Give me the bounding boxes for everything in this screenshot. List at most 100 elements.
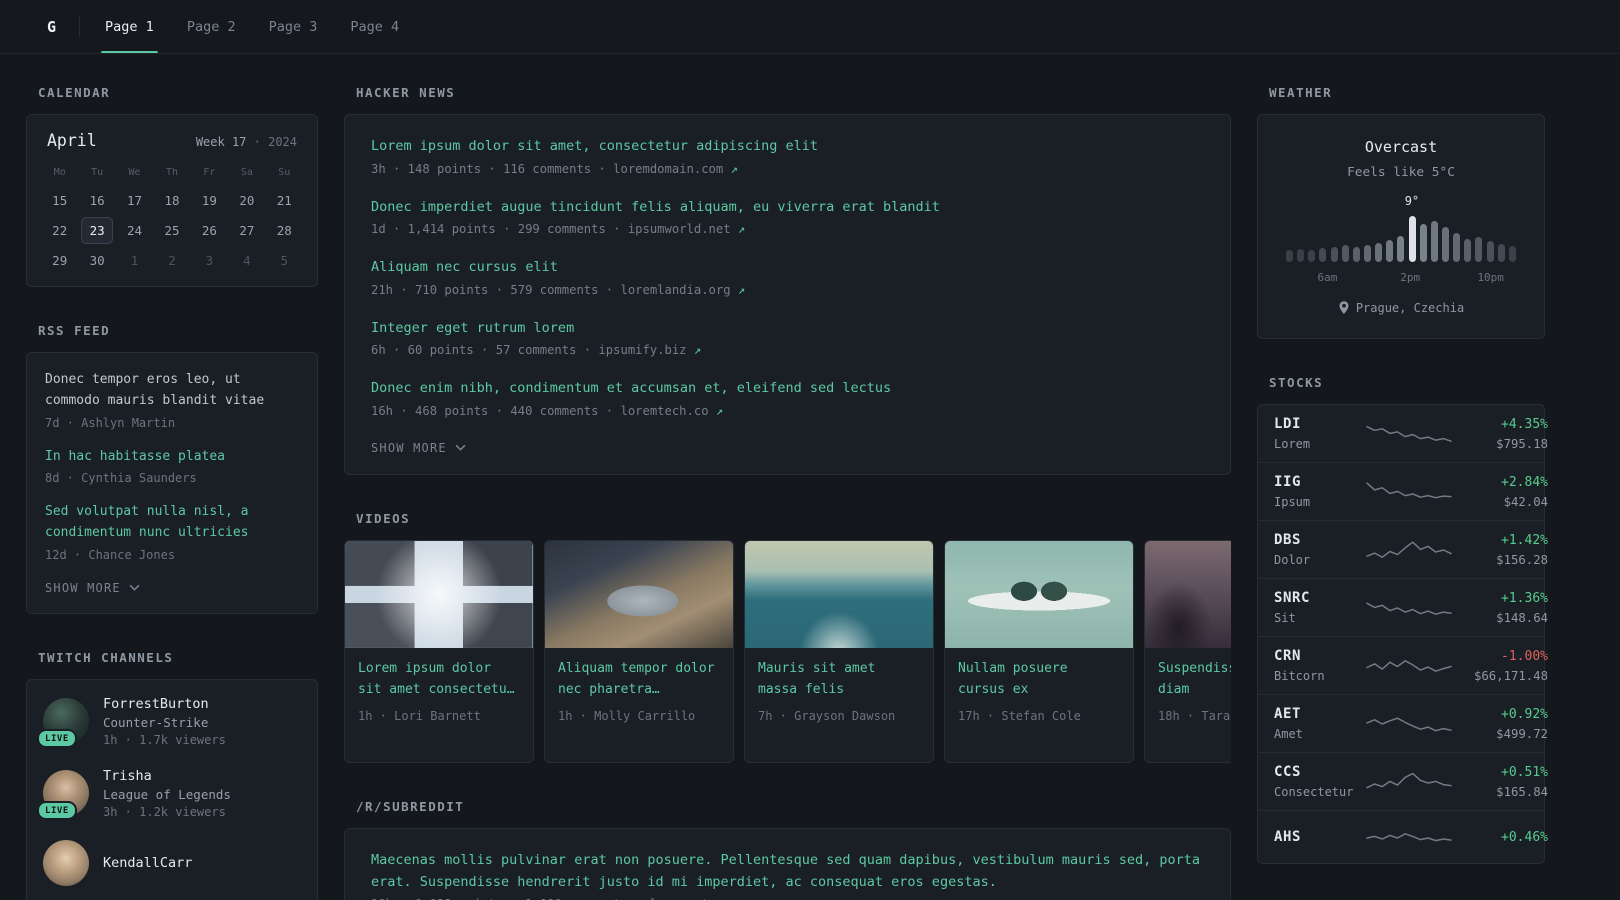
stock-row[interactable]: CRN Bitcorn -1.00% $66,171.48	[1258, 636, 1548, 694]
rss-show-more-button[interactable]: SHOW MORE	[45, 581, 140, 595]
weather-hour-bar	[1475, 237, 1483, 262]
weather-chart-wrap: 9°	[1286, 194, 1516, 262]
video-meta: 1h · Molly Carrillo	[558, 709, 696, 724]
twitch-channel[interactable]: LIVE Trisha League of Legends 3h · 1.2k …	[37, 767, 301, 821]
stock-name: Sit	[1274, 611, 1296, 625]
section-title-twitch: TWITCH CHANNELS	[38, 649, 174, 665]
rss-item-title[interactable]: Donec tempor eros leo, ut commodo mauris…	[45, 370, 299, 412]
calendar-month-label: April	[47, 131, 97, 150]
twitch-channel[interactable]: LIVE ForrestBurton Counter-Strike 1h · 1…	[37, 696, 301, 749]
rss-item-title[interactable]: In hac habitasse platea	[45, 447, 299, 468]
location-pin-icon	[1339, 301, 1349, 314]
channel-viewers: 1h · 1.7k viewers	[103, 732, 226, 747]
tab-page-4[interactable]: Page 4	[348, 0, 401, 53]
hn-item-domain-link[interactable]: loremtech.co ↗	[620, 404, 723, 418]
stock-row[interactable]: LDI Lorem +4.35% $795.18	[1258, 405, 1548, 462]
video-card[interactable]: Suspendisse posuere diam 18h · Tara Benn…	[1144, 539, 1231, 763]
hn-item: Lorem ipsum dolor sit amet, consectetur …	[371, 136, 1204, 176]
channel-avatar: LIVE	[37, 770, 89, 821]
calendar-day: 18	[164, 193, 180, 208]
live-badge: LIVE	[37, 729, 77, 749]
video-meta: 1h · Lori Barnett	[358, 709, 481, 724]
stock-change: -1.00%	[1501, 648, 1548, 664]
video-thumbnail	[1145, 540, 1231, 648]
stock-row[interactable]: DBS Dolor +1.42% $156.28	[1258, 520, 1548, 578]
video-card[interactable]: Lorem ipsum dolor sit amet consectetu… 1…	[344, 539, 534, 763]
channel-name: Trisha	[103, 767, 152, 784]
tab-page-1[interactable]: Page 1	[101, 0, 158, 53]
stock-name: Bitcorn	[1274, 669, 1325, 683]
calendar-widget: April Week 17 · 2024 Mo Tu We Th Fr Sa Su 15 16 1…	[26, 114, 318, 287]
stock-sparkline	[1366, 535, 1452, 565]
app-logo[interactable]: G	[47, 18, 56, 36]
hn-show-more-button[interactable]: SHOW MORE	[371, 441, 466, 455]
stocks-section: STOCKS LDI Lorem +4.35% $795.18 IIG Ipsum +…	[1257, 375, 1548, 864]
stock-row[interactable]: IIG Ipsum +2.84% $42.04	[1258, 462, 1548, 520]
stock-row[interactable]: SNRC Sit +1.36% $148.64	[1258, 578, 1548, 636]
rss-widget: Donec tempor eros leo, ut commodo mauris…	[26, 352, 318, 614]
topbar: G Page 1 Page 2 Page 3 Page 4	[0, 0, 1620, 54]
weather-hour-bar	[1397, 236, 1405, 262]
calendar-separator: ·	[253, 135, 269, 149]
stock-row[interactable]: AHS +0.46%	[1258, 810, 1548, 863]
calendar-day: 16	[89, 193, 105, 208]
rss-item-meta: 7d · Ashlyn Martin	[45, 415, 176, 430]
video-card[interactable]: Nullam posuere cursus ex 17h · Stefan Co…	[944, 539, 1134, 763]
video-card[interactable]: Mauris sit amet massa felis 7h · Grayson…	[744, 539, 934, 763]
video-card[interactable]: Aliquam tempor dolor nec pharetra… 1h · …	[544, 539, 734, 763]
stock-change: +2.84%	[1501, 474, 1548, 490]
stock-symbol: AHS	[1274, 829, 1301, 845]
hn-item-title[interactable]: Donec enim nibh, condimentum et accumsan…	[371, 378, 1204, 400]
stock-change: +1.42%	[1501, 532, 1548, 548]
hn-item-title[interactable]: Lorem ipsum dolor sit amet, consectetur …	[371, 136, 1204, 158]
hn-item-title[interactable]: Integer eget rutrum lorem	[371, 318, 1204, 340]
section-title-rss: RSS FEED	[38, 323, 111, 338]
calendar-week-label: Week 17	[195, 135, 247, 149]
external-link-icon: ↗	[730, 161, 738, 176]
topbar-divider	[79, 16, 81, 37]
stock-row[interactable]: AET Amet +0.92% $499.72	[1258, 694, 1548, 752]
stock-sparkline	[1366, 767, 1452, 797]
stock-price: $499.72	[1496, 726, 1548, 741]
rss-item-meta: 12d · Chance Jones	[45, 547, 176, 562]
weather-location: Prague, Czechia	[1278, 301, 1524, 315]
weather-hour-bar	[1352, 247, 1360, 262]
stock-symbol: IIG	[1274, 474, 1301, 490]
stock-sparkline	[1366, 822, 1452, 852]
channel-info: KendallCarr	[103, 855, 192, 871]
page-tabs: Page 1 Page 2 Page 3 Page 4	[101, 0, 430, 53]
stock-name: Ipsum	[1274, 495, 1311, 509]
stock-price: $165.84	[1496, 784, 1548, 799]
video-meta: 7h · Grayson Dawson	[758, 709, 896, 724]
stock-row[interactable]: CCS Consectetur +0.51% $165.84	[1258, 752, 1548, 810]
video-thumbnail	[545, 540, 733, 648]
hn-item-domain-link[interactable]: ipsumify.biz ↗	[598, 343, 701, 357]
stock-change: +0.51%	[1501, 764, 1548, 780]
calendar-day: 21	[276, 193, 292, 208]
section-title-videos: VIDEOS	[356, 510, 411, 526]
calendar-day: 26	[201, 223, 217, 238]
hn-item: Donec imperdiet augue tincidunt felis al…	[371, 197, 1204, 237]
twitch-channel[interactable]: KendallCarr	[43, 839, 301, 886]
hn-item-title[interactable]: Aliquam nec cursus elit	[371, 257, 1204, 279]
stock-price: $795.18	[1496, 436, 1548, 451]
stock-price: $156.28	[1496, 552, 1548, 567]
channel-info: ForrestBurton Counter-Strike 1h · 1.7k v…	[103, 696, 226, 747]
weather-section: WEATHER Overcast Feels like 5°C 9° 6am 2…	[1257, 85, 1545, 339]
video-row: Lorem ipsum dolor sit amet consectetu… 1…	[344, 539, 1231, 763]
hn-item-domain-link[interactable]: ipsumworld.net ↗	[628, 222, 745, 236]
hn-item-domain-link[interactable]: loremdomain.com ↗	[613, 162, 738, 176]
tab-page-2[interactable]: Page 2	[185, 0, 238, 53]
tab-page-3[interactable]: Page 3	[267, 0, 320, 53]
stock-symbol: SNRC	[1274, 590, 1310, 606]
hn-item: Integer eget rutrum lorem 6h · 60 points…	[371, 318, 1204, 358]
rss-item-title[interactable]: Sed volutpat nulla nisl, a condimentum n…	[45, 502, 299, 544]
hn-item-domain-link[interactable]: loremlandia.org ↗	[620, 283, 745, 297]
subreddit-post-title[interactable]: Maecenas mollis pulvinar erat non posuer…	[371, 850, 1204, 893]
weather-chart	[1286, 214, 1516, 262]
hn-item-title[interactable]: Donec imperdiet augue tincidunt felis al…	[371, 197, 1204, 219]
video-thumbnail	[745, 540, 933, 648]
hackernews-widget: Lorem ipsum dolor sit amet, consectetur …	[344, 114, 1231, 475]
calendar-header: April Week 17 · 2024	[41, 129, 303, 160]
stock-change: +0.46%	[1501, 829, 1548, 845]
